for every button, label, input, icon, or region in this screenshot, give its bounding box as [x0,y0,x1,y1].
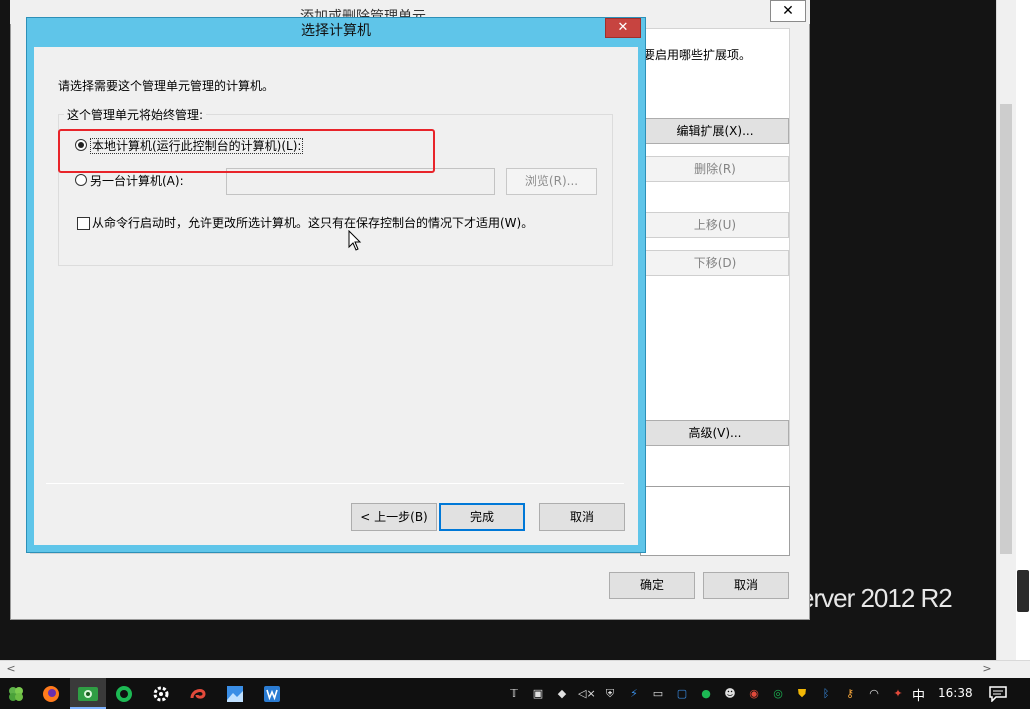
colorful-tray-icon[interactable]: ◉ [746,686,762,702]
vertical-scrollbar-thumb[interactable] [1000,104,1012,554]
notification-center-icon[interactable] [989,686,1007,702]
display-icon[interactable]: ▢ [674,686,690,702]
security-shield-icon[interactable]: ⛊ [794,686,810,702]
swirl-app-icon[interactable] [188,684,208,704]
photo-app-icon[interactable] [225,684,245,704]
firefox-icon[interactable] [41,684,61,704]
group-label: 这个管理单元将始终管理: [64,106,207,123]
start-icon[interactable] [6,684,26,704]
move-up-button[interactable]: 上移(U) [641,212,789,238]
lightning-icon[interactable]: ⚡ [626,686,642,702]
horizontal-scrollbar[interactable] [0,660,1030,678]
remove-button[interactable]: 删除(R) [641,156,789,182]
extensions-description-text: 要启用哪些扩展项。 [643,48,752,62]
scroll-right-arrow-icon[interactable]: > [980,661,994,677]
bg-cancel-button[interactable]: 取消 [703,572,789,599]
finish-button[interactable]: 完成 [439,503,525,531]
mute-icon[interactable]: ◁× [578,686,596,702]
battery-icon[interactable]: ▭ [650,686,666,702]
shield-icon[interactable]: ⛨ [602,686,618,702]
screen-edge-strip [1016,0,1030,660]
snapin-description-box [640,486,790,556]
move-down-button[interactable]: 下移(D) [641,250,789,276]
browse-button[interactable]: 浏览(R)... [506,168,597,195]
package-icon[interactable]: ◆ [554,686,570,702]
ime-indicator[interactable]: 中 [912,685,925,704]
select-computer-title: 选择计算机 [301,23,371,39]
green-tray-icon[interactable]: ● [698,686,714,702]
remote-app-icon[interactable] [77,684,99,704]
edit-extensions-button[interactable]: 编辑扩展(X)... [641,118,789,144]
mouse-cursor-icon [348,230,362,251]
wifi-icon[interactable]: ◠ [866,686,882,702]
another-computer-radio[interactable] [75,174,87,186]
bluetooth-icon[interactable]: ᛒ [818,686,834,702]
add-remove-snapins-close-button[interactable]: ✕ [770,0,806,22]
ok-button[interactable]: 确定 [609,572,695,599]
green-circle-app-icon[interactable] [114,684,134,704]
wechat-icon[interactable]: ◎ [770,686,786,702]
windows-server-brand-text: erver 2012 R2 [800,583,953,613]
back-button[interactable]: < 上一步(B) [351,503,437,531]
qq-icon[interactable]: ☻ [722,686,738,702]
clock[interactable]: 16:38 [938,686,973,700]
advanced-button[interactable]: 高级(V)... [641,420,789,446]
network-warning-icon[interactable]: ✦ [890,686,906,702]
instruction-text: 请选择需要这个管理单元管理的计算机。 [58,79,275,93]
another-computer-label[interactable]: 另一台计算机(A): [90,172,184,189]
annotation-highlight-box [58,129,435,173]
dialog-divider [46,483,624,484]
key-icon[interactable]: ⚷ [842,686,858,702]
select-computer-close-button[interactable]: ✕ [605,18,641,38]
writer-app-icon[interactable] [262,684,282,704]
gear-icon[interactable] [151,684,171,704]
scroll-left-arrow-icon[interactable]: < [4,661,18,677]
tray-app-tb-icon[interactable]: 𝕋 [506,686,522,702]
printer-icon[interactable]: ▣ [530,686,546,702]
allow-change-checkbox[interactable] [77,217,90,230]
allow-change-label[interactable]: 从命令行启动时，允许更改所选计算机。这只有在保存控制台的情况下才适用(W)。 [92,214,533,231]
side-panel-grip[interactable] [1017,570,1029,612]
cancel-button[interactable]: 取消 [539,503,625,531]
